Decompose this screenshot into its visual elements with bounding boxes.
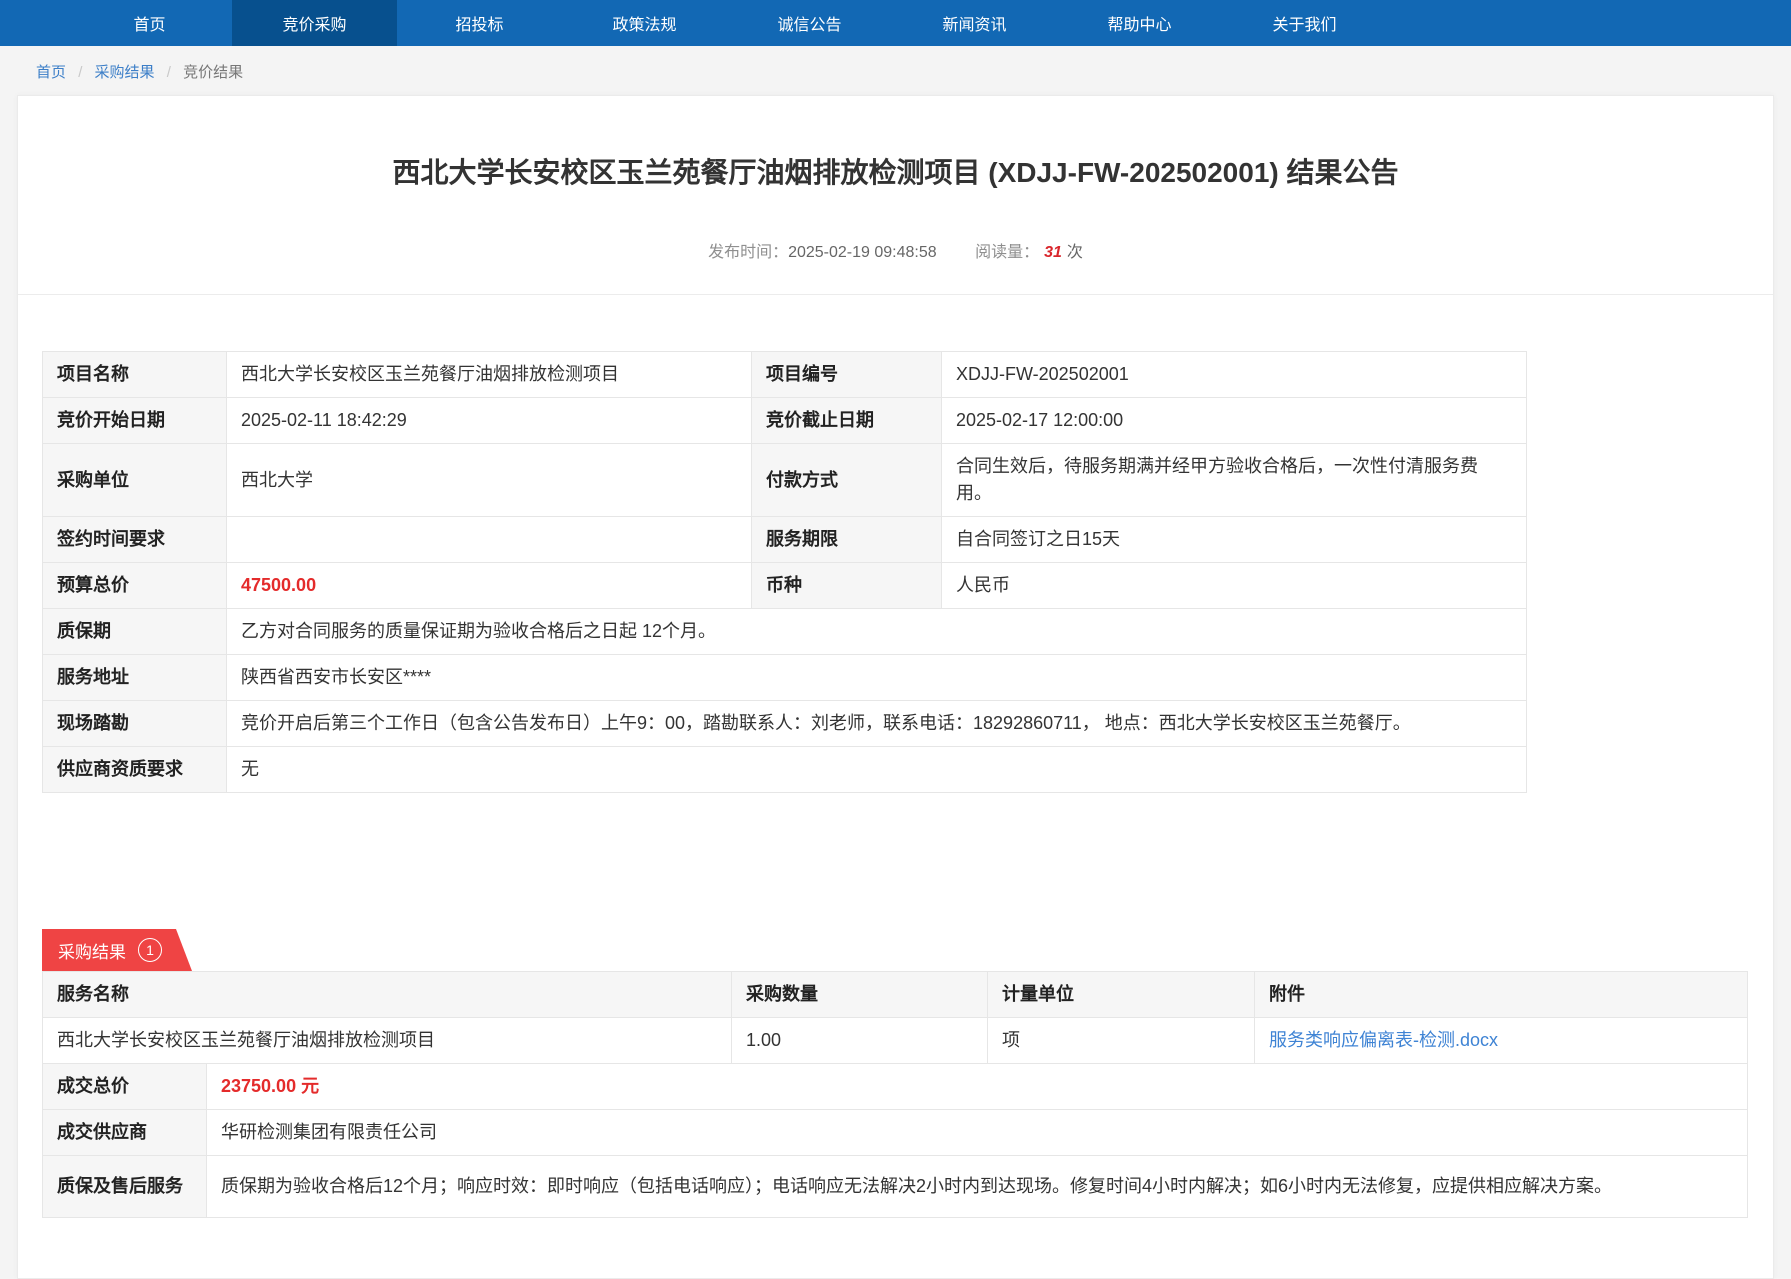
value-service-address: 陕西省西安市长安区**** xyxy=(227,655,1527,701)
top-nav-bar: 首页 竞价采购 招投标 政策法规 诚信公告 新闻资讯 帮助中心 关于我们 xyxy=(0,0,1791,46)
info-row: 签约时间要求 服务期限 自合同签订之日15天 xyxy=(43,517,1527,563)
breadcrumb-link-procurement-results[interactable]: 采购结果 xyxy=(95,64,155,81)
header-service-name: 服务名称 xyxy=(43,972,732,1018)
label-service-address: 服务地址 xyxy=(43,655,227,701)
value-project-name: 西北大学长安校区玉兰苑餐厅油烟排放检测项目 xyxy=(227,352,752,398)
nav-item-integrity-notice[interactable]: 诚信公告 xyxy=(727,0,892,46)
result-quantity: 1.00 xyxy=(732,1018,988,1064)
label-signing-time-requirement: 签约时间要求 xyxy=(43,517,227,563)
info-row: 项目名称 西北大学长安校区玉兰苑餐厅油烟排放检测项目 项目编号 XDJJ-FW-… xyxy=(43,352,1527,398)
label-payment-method: 付款方式 xyxy=(752,444,942,517)
value-bid-end-date: 2025-02-17 12:00:00 xyxy=(942,398,1527,444)
announcement-card: 西北大学长安校区玉兰苑餐厅油烟排放检测项目 (XDJJ-FW-202502001… xyxy=(17,95,1774,1279)
label-service-period: 服务期限 xyxy=(752,517,942,563)
procurement-result-ribbon: 采购结果 1 xyxy=(42,929,192,971)
label-bid-start-date: 竞价开始日期 xyxy=(43,398,227,444)
nav-item-policy[interactable]: 政策法规 xyxy=(562,0,727,46)
result-data-row: 西北大学长安校区玉兰苑餐厅油烟排放检测项目 1.00 项 服务类响应偏离表-检测… xyxy=(43,1018,1748,1064)
header-quantity: 采购数量 xyxy=(732,972,988,1018)
value-currency: 人民币 xyxy=(942,563,1527,609)
ribbon-number-badge: 1 xyxy=(138,938,162,962)
page-title: 西北大学长安校区玉兰苑餐厅油烟排放检测项目 (XDJJ-FW-202502001… xyxy=(18,96,1773,192)
value-payment-method: 合同生效后，待服务期满并经甲方验收合格后，一次性付清服务费用。 xyxy=(942,444,1527,517)
label-warranty-period: 质保期 xyxy=(43,609,227,655)
nav-item-about-us[interactable]: 关于我们 xyxy=(1222,0,1387,46)
breadcrumb: 首页 / 采购结果 / 竞价结果 xyxy=(0,46,1791,95)
breadcrumb-current: 竞价结果 xyxy=(183,64,243,81)
result-service-name: 西北大学长安校区玉兰苑餐厅油烟排放检测项目 xyxy=(43,1018,732,1064)
label-bid-end-date: 竞价截止日期 xyxy=(752,398,942,444)
value-site-survey: 竞价开启后第三个工作日（包含公告发布日）上午9：00，踏勘联系人：刘老师，联系电… xyxy=(227,701,1527,747)
value-service-period: 自合同签订之日15天 xyxy=(942,517,1527,563)
label-currency: 币种 xyxy=(752,563,942,609)
info-row: 竞价开始日期 2025-02-11 18:42:29 竞价截止日期 2025-0… xyxy=(43,398,1527,444)
value-project-number: XDJJ-FW-202502001 xyxy=(942,352,1527,398)
result-header-row: 服务名称 采购数量 计量单位 附件 xyxy=(43,972,1748,1018)
result-table: 服务名称 采购数量 计量单位 附件 西北大学长安校区玉兰苑餐厅油烟排放检测项目 … xyxy=(42,971,1748,1064)
label-budget-total: 预算总价 xyxy=(43,563,227,609)
deal-warranty-row: 质保及售后服务 质保期为验收合格后12个月；响应时效：即时响应（包括电话响应）；… xyxy=(43,1156,1748,1218)
label-warranty-aftersale: 质保及售后服务 xyxy=(43,1156,207,1218)
value-warranty-period: 乙方对合同服务的质量保证期为验收合格后之日起 12个月。 xyxy=(227,609,1527,655)
info-row: 预算总价 47500.00 币种 人民币 xyxy=(43,563,1527,609)
label-project-name: 项目名称 xyxy=(43,352,227,398)
nav-item-help-center[interactable]: 帮助中心 xyxy=(1057,0,1222,46)
info-row: 采购单位 西北大学 付款方式 合同生效后，待服务期满并经甲方验收合格后，一次性付… xyxy=(43,444,1527,517)
publish-time-value: 2025-02-19 09:48:58 xyxy=(788,244,937,261)
value-deal-total-price: 23750.00 元 xyxy=(207,1064,1748,1110)
deal-supplier-row: 成交供应商 华研检测集团有限责任公司 xyxy=(43,1110,1748,1156)
attachment-link[interactable]: 服务类响应偏离表-检测.docx xyxy=(1269,1030,1498,1050)
info-row: 质保期 乙方对合同服务的质量保证期为验收合格后之日起 12个月。 xyxy=(43,609,1527,655)
value-supplier-qualification: 无 xyxy=(227,747,1527,793)
info-row: 现场踏勘 竞价开启后第三个工作日（包含公告发布日）上午9：00，踏勘联系人：刘老… xyxy=(43,701,1527,747)
header-attachment: 附件 xyxy=(1255,972,1748,1018)
views-unit: 次 xyxy=(1067,244,1083,261)
info-row: 供应商资质要求 无 xyxy=(43,747,1527,793)
label-site-survey: 现场踏勘 xyxy=(43,701,227,747)
project-info-table: 项目名称 西北大学长安校区玉兰苑餐厅油烟排放检测项目 项目编号 XDJJ-FW-… xyxy=(42,351,1527,793)
publish-time-label: 发布时间： xyxy=(708,244,788,261)
label-deal-supplier: 成交供应商 xyxy=(43,1110,207,1156)
breadcrumb-separator: / xyxy=(78,64,82,81)
nav-item-home[interactable]: 首页 xyxy=(67,0,232,46)
value-warranty-aftersale: 质保期为验收合格后12个月；响应时效：即时响应（包括电话响应）；电话响应无法解决… xyxy=(207,1156,1748,1218)
ribbon-label: 采购结果 xyxy=(58,938,126,963)
breadcrumb-separator: / xyxy=(167,64,171,81)
nav-item-tender[interactable]: 招投标 xyxy=(397,0,562,46)
nav-item-news[interactable]: 新闻资讯 xyxy=(892,0,1057,46)
label-project-number: 项目编号 xyxy=(752,352,942,398)
label-purchasing-unit: 采购单位 xyxy=(43,444,227,517)
nav-item-bidding-procurement[interactable]: 竞价采购 xyxy=(232,0,397,46)
views-count: 31 xyxy=(1044,244,1062,261)
deal-details-table: 成交总价 23750.00 元 成交供应商 华研检测集团有限责任公司 质保及售后… xyxy=(42,1063,1748,1218)
result-unit: 项 xyxy=(988,1018,1255,1064)
value-purchasing-unit: 西北大学 xyxy=(227,444,752,517)
value-signing-time-requirement xyxy=(227,517,752,563)
value-budget-total: 47500.00 xyxy=(227,563,752,609)
publish-meta: 发布时间：2025-02-19 09:48:58 阅读量： 31 次 xyxy=(18,238,1773,295)
label-deal-total-price: 成交总价 xyxy=(43,1064,207,1110)
info-row: 服务地址 陕西省西安市长安区**** xyxy=(43,655,1527,701)
breadcrumb-link-home[interactable]: 首页 xyxy=(36,64,66,81)
value-deal-supplier: 华研检测集团有限责任公司 xyxy=(207,1110,1748,1156)
label-supplier-qualification: 供应商资质要求 xyxy=(43,747,227,793)
header-unit: 计量单位 xyxy=(988,972,1255,1018)
deal-total-row: 成交总价 23750.00 元 xyxy=(43,1064,1748,1110)
views-label: 阅读量： xyxy=(975,244,1039,261)
value-bid-start-date: 2025-02-11 18:42:29 xyxy=(227,398,752,444)
